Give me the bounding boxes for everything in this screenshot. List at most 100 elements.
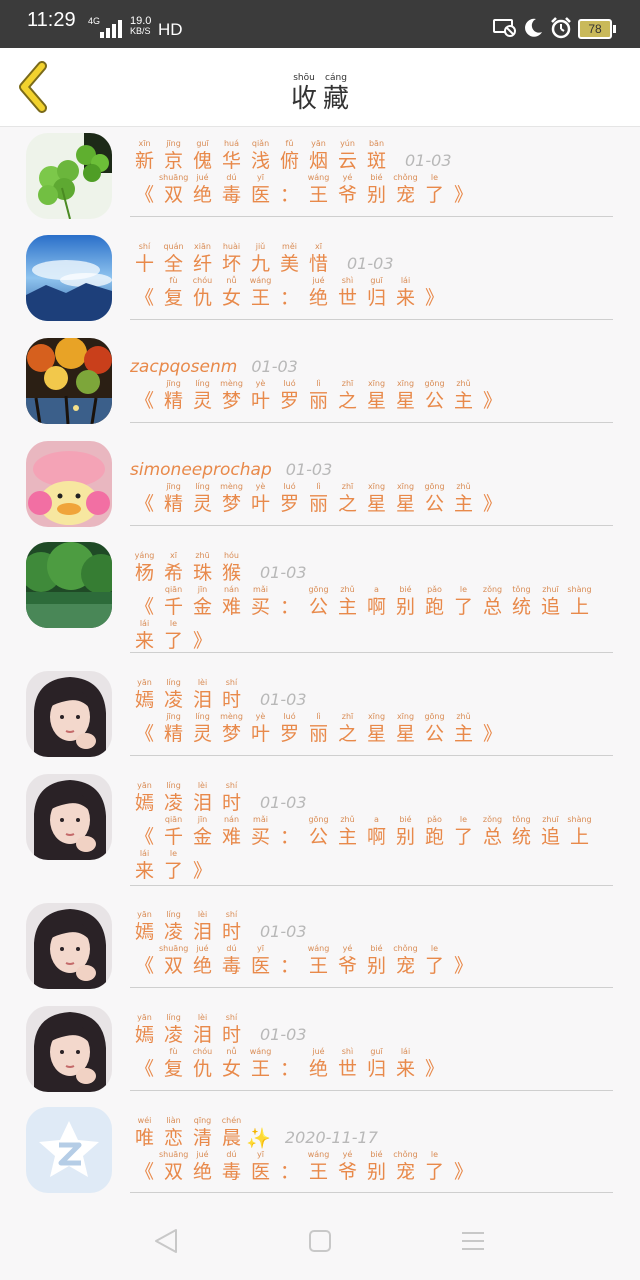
avatar <box>26 774 112 860</box>
pinyin <box>130 173 159 183</box>
hanzi: 星 <box>366 390 386 412</box>
ruby-char: wéi 唯 <box>130 1116 159 1150</box>
girl-portrait-photo <box>26 671 112 757</box>
item-date: 01-03 <box>260 922 307 941</box>
hanzi: 惜 <box>308 253 328 275</box>
item-author: yān 嫣 líng 凌 lèi 泪 shí 时 01-03 <box>130 910 614 944</box>
ruby-char: ： <box>275 276 304 310</box>
pinyin: zhuī <box>542 585 559 594</box>
ruby-char: tǒng 统 <box>507 815 536 849</box>
pinyin: xīn <box>138 139 151 148</box>
pinyin <box>130 482 159 492</box>
item-date: 01-03 <box>260 563 307 582</box>
ruby-char: líng 灵 <box>188 379 217 413</box>
item-title: 《 shuāng 双 jué 绝 dú 毒 yī 医 ： wáng 王 yé 爷 bié 别 chǒng 宠 le 了… <box>130 1150 614 1184</box>
pinyin: jīng <box>166 712 181 721</box>
pinyin: líng <box>195 482 210 491</box>
hanzi: 总 <box>482 596 502 618</box>
hanzi: 清 <box>192 1127 212 1149</box>
home-square-icon[interactable] <box>306 1228 336 1254</box>
ruby-char: zhǔ 主 <box>333 815 362 849</box>
pinyin: xīng <box>396 482 415 491</box>
menu-lines-icon[interactable] <box>458 1228 488 1254</box>
hanzi: 叶 <box>250 493 270 515</box>
hanzi: 王 <box>308 955 328 977</box>
hanzi: 绝 <box>308 287 328 309</box>
ruby-char: 》 <box>449 173 478 207</box>
pinyin: xiān <box>194 242 211 251</box>
item-content: yān 嫣 líng 凌 lèi 泪 shí 时 01-03 《 shuāng 双 jué 绝 dú 毒 y… <box>130 910 614 978</box>
item-title: 《 fù 复 chóu 仇 nǚ 女 wáng 王 ： jué 绝 shì 世 guī 归 lái 来》 <box>130 276 614 310</box>
ruby-char: zhǔ 主 <box>449 482 478 516</box>
ruby-char: wáng 王 <box>246 1047 275 1081</box>
pinyin <box>188 849 217 859</box>
hanzi: 《 <box>134 184 154 206</box>
avatar <box>26 235 112 321</box>
ruby-char: yè 叶 <box>246 712 275 746</box>
ruby-char: 《 <box>130 173 159 207</box>
pinyin: yé <box>342 173 353 182</box>
item-date: 01-03 <box>347 254 394 273</box>
hanzi: 》 <box>424 1058 444 1080</box>
pinyin: lèi <box>197 910 208 919</box>
hanzi: 嫣 <box>134 792 154 814</box>
pinyin: shì <box>341 1047 354 1056</box>
pinyin: zhī <box>341 712 354 721</box>
ruby-char: nǚ 女 <box>217 1047 246 1081</box>
speed-unit: KB/S <box>130 26 151 36</box>
ruby-char: yī 医 <box>246 944 275 978</box>
ruby-char: xī 惜 <box>304 242 333 276</box>
item-content: xīn 新 jīng 京 guī 傀 huá 华 qiǎn 浅 fǔ 俯 yān 烟 yún 云 bān 斑 01… <box>130 139 614 207</box>
pinyin: fù <box>169 1047 178 1056</box>
ruby-char: yún 云 <box>333 139 362 173</box>
ruby-char: fù 复 <box>159 1047 188 1081</box>
pinyin <box>130 944 159 954</box>
pinyin: bān <box>368 139 385 148</box>
pinyin: shuāng <box>159 173 189 182</box>
ruby-char: 》 <box>188 619 217 653</box>
hanzi: 丽 <box>308 493 328 515</box>
pinyin: wáng <box>249 1047 272 1056</box>
pinyin: xī <box>315 242 322 251</box>
hanzi: 烟 <box>308 150 328 172</box>
pinyin <box>420 1047 449 1057</box>
pinyin: shuāng <box>159 944 189 953</box>
ruby-char: xīng 星 <box>391 482 420 516</box>
pinyin: lèi <box>197 678 208 687</box>
pinyin: xīng <box>396 379 415 388</box>
pinyin: bié <box>399 585 412 594</box>
hanzi: 复 <box>163 287 183 309</box>
back-triangle-icon[interactable] <box>152 1228 182 1254</box>
pinyin <box>275 585 304 595</box>
pinyin: zhǔ <box>456 379 471 388</box>
pinyin: bié <box>370 944 383 953</box>
hanzi: 斑 <box>366 150 386 172</box>
hanzi: 绝 <box>308 1058 328 1080</box>
item-date: 2020-11-17 <box>284 1128 378 1147</box>
ruby-char: lái 来 <box>391 1047 420 1081</box>
ruby-char: yān 嫣 <box>130 781 159 815</box>
pinyin: yān <box>137 1013 152 1022</box>
divider <box>130 1192 613 1193</box>
ruby-char: yé 爷 <box>333 1150 362 1184</box>
hanzi: ： <box>279 955 299 977</box>
pinyin: guī <box>196 139 209 148</box>
ruby-char: xīn 新 <box>130 139 159 173</box>
pinyin <box>130 815 159 825</box>
item-author: yáng 杨 xī 希 zhū 珠 hóu 猴 01-03 <box>130 551 614 585</box>
item-date: 01-03 <box>260 690 307 709</box>
status-bar: 11:29 4G 19.0 KB/S HD 78 <box>0 0 640 48</box>
hanzi: 绝 <box>192 955 212 977</box>
hanzi: 来 <box>395 1058 415 1080</box>
pinyin: wáng <box>307 944 330 953</box>
ruby-char: yī 医 <box>246 173 275 207</box>
hanzi: 丽 <box>308 390 328 412</box>
item-title: 《 shuāng 双 jué 绝 dú 毒 yī 医 ： wáng 王 yé 爷 bié 别 chǒng 宠 le 了… <box>130 944 614 978</box>
pinyin: líng <box>195 379 210 388</box>
pinyin <box>478 482 507 492</box>
pinyin <box>130 585 159 595</box>
item-content: yān 嫣 líng 凌 lèi 泪 shí 时 01-03 《 fù 复 chóu 仇 nǚ 女 wáng… <box>130 1013 614 1081</box>
ruby-char: qiǎn 浅 <box>246 139 275 173</box>
hanzi: ： <box>279 1161 299 1183</box>
ruby-char: pǎo 跑 <box>420 815 449 849</box>
